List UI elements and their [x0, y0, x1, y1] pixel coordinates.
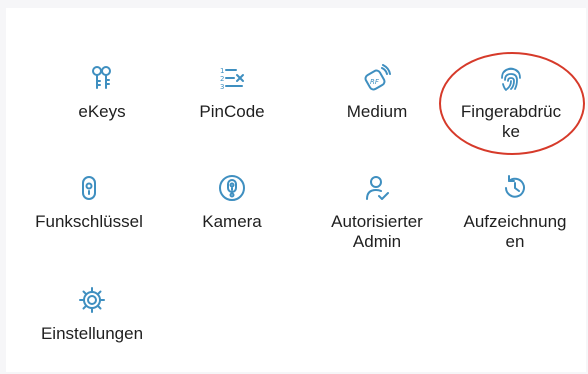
fingerprint-icon: [497, 64, 525, 92]
menu-item-fingerprint[interactable]: Fingerabdrüc ke: [442, 64, 580, 142]
menu-item-label: Kamera: [202, 212, 262, 231]
pincode-icon: 1 2 3: [218, 64, 246, 92]
menu-item-camera[interactable]: Kamera: [163, 174, 301, 232]
menu-item-settings[interactable]: Einstellungen: [23, 286, 161, 344]
menu-item-authorized-admin[interactable]: Autorisierter Admin: [308, 174, 446, 252]
menu-item-label: eKeys: [78, 102, 126, 121]
menu-item-label: PinCode: [199, 102, 265, 121]
menu-item-label: Aufzeichnung en: [463, 212, 567, 251]
menu-item-label: Autorisierter Admin: [331, 212, 423, 251]
menu-item-remote-key[interactable]: Funkschlüssel: [20, 174, 158, 232]
keys-icon: [88, 64, 116, 92]
menu-item-label: Funkschlüssel: [35, 212, 143, 231]
menu-item-label: Einstellungen: [40, 324, 144, 343]
history-icon: [501, 174, 529, 202]
svg-text:2: 2: [220, 75, 224, 83]
menu-item-label: Medium: [346, 102, 408, 121]
remote-key-icon: [75, 174, 103, 202]
menu-item-label: Fingerabdrüc ke: [460, 102, 562, 141]
feature-menu-grid: eKeys 1 2 3 PinCode RF Medium Fingerabdr…: [0, 0, 588, 374]
settings-gear-icon: [78, 286, 106, 314]
svg-text:RF: RF: [370, 78, 380, 86]
menu-item-records[interactable]: Aufzeichnung en: [446, 174, 584, 252]
menu-item-ekeys[interactable]: eKeys: [33, 64, 171, 122]
menu-item-pincode[interactable]: 1 2 3 PinCode: [163, 64, 301, 122]
authorized-admin-icon: [363, 174, 391, 202]
svg-text:3: 3: [220, 83, 224, 91]
camera-icon: [218, 174, 246, 202]
rf-card-icon: RF: [363, 64, 391, 92]
menu-item-medium[interactable]: RF Medium: [308, 64, 446, 122]
svg-text:1: 1: [220, 67, 224, 75]
